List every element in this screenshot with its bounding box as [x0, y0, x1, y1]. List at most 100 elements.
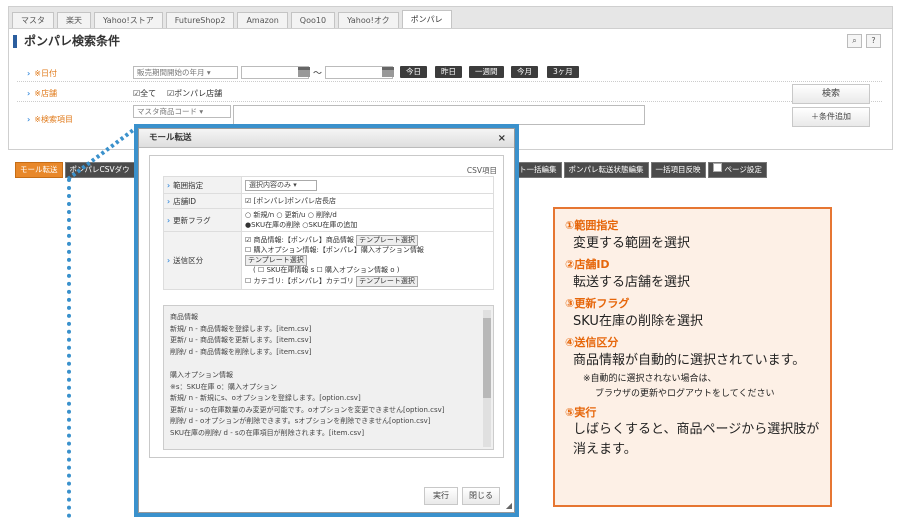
- shop-all-checkbox[interactable]: ☑全て: [133, 88, 156, 99]
- info-line: 更新/ u - 商品情報を更新します。[item.csv]: [170, 336, 312, 345]
- info-line: 更新/ u - sの在庫数量のみ変更が可能です。oオプションを変更できません[o…: [170, 405, 445, 414]
- callout-line-diagonal: [66, 126, 138, 181]
- tab-yahoo-auction[interactable]: Yahoo!オク: [338, 12, 399, 28]
- week-button[interactable]: 一週間: [469, 66, 504, 78]
- chevron-right-icon: ›: [27, 89, 31, 98]
- info-line: 新規/ n - 商品情報を登録します。[item.csv]: [170, 324, 312, 333]
- tab-amazon[interactable]: Amazon: [237, 12, 288, 28]
- chevron-right-icon: ›: [167, 180, 171, 190]
- shop-row: › ※店舗 ☑全て ☑ポンパレ店舗: [17, 82, 882, 102]
- dialog-body: CSV項目 › 範囲指定 選択内容のみ ▾ › 店舗ID ☑ [ポンパレ]ポンパレ店…: [149, 155, 504, 458]
- annotation-note: ブラウザの更新やログアウトをしてください: [595, 389, 775, 399]
- annotation-heading: ⑤実行: [565, 406, 597, 419]
- close-button[interactable]: 閉じる: [462, 487, 500, 505]
- close-icon[interactable]: ×: [498, 129, 506, 148]
- sku-flag-radio-group[interactable]: ●SKU在庫の削除 ○SKU在庫の追加: [245, 220, 490, 230]
- shop-pompare-checkbox[interactable]: ☑ポンパレ店舗: [167, 88, 222, 99]
- search-icon[interactable]: ⌕: [847, 34, 862, 48]
- modal-highlight-frame: モール転送 × CSV項目 › 範囲指定 選択内容のみ ▾ › 店舗ID ☑ [ポン…: [134, 124, 519, 517]
- resize-handle-icon[interactable]: ◢: [506, 501, 512, 510]
- tab-yahoo-store[interactable]: Yahoo!ストア: [94, 12, 163, 28]
- annotation-heading: ①範囲指定: [565, 219, 619, 232]
- bulk-reflect-button[interactable]: 一括項目反映: [650, 162, 706, 178]
- run-button[interactable]: 実行: [424, 487, 458, 505]
- dialog-title: モール転送: [149, 133, 192, 143]
- scrollbar-thumb[interactable]: [483, 318, 491, 398]
- send-type-label: 送信区分: [173, 256, 204, 265]
- update-flag-radio-group[interactable]: ○ 新規/n ○ 更新/u ○ 削除/d: [245, 210, 490, 220]
- mall-transfer-button[interactable]: モール転送: [15, 162, 63, 178]
- info-line: ※s：SKU在庫 o：購入オプション: [170, 382, 277, 391]
- annotation-text: 転送する店舗を選択: [573, 275, 691, 290]
- annotation-text: 消えます。: [573, 442, 637, 457]
- item-select[interactable]: マスタ商品コード ▾: [133, 105, 231, 118]
- mall-tab-bar: マスタ 楽天 Yahoo!ストア FutureShop2 Amazon Qoo1…: [8, 6, 893, 28]
- add-condition-button[interactable]: ＋条件追加: [792, 107, 870, 127]
- info-line: 購入オプション情報: [170, 370, 233, 379]
- annotation-text: 商品情報が自動的に選択されています。: [573, 353, 806, 368]
- range-select[interactable]: 選択内容のみ ▾: [245, 179, 317, 191]
- chevron-right-icon: ›: [167, 196, 171, 206]
- annotation-note: ※自動的に選択されない場合は、: [583, 374, 717, 384]
- bulk-edit-button[interactable]: ト一括編集: [514, 162, 562, 178]
- chevron-right-icon: ›: [27, 69, 31, 78]
- template-select-button[interactable]: テンプレート選択: [356, 234, 418, 246]
- purchase-option-checkbox[interactable]: ☐ 購入オプション情報:【ポンパレ】購入オプション情報: [245, 246, 490, 256]
- item-label: ※検索項目: [34, 115, 73, 124]
- annotation-text: SKU在庫の削除を選択: [573, 314, 703, 329]
- category-checkbox[interactable]: ☐ カテゴリ:【ポンパレ】カテゴリ: [245, 277, 354, 285]
- shop-id-label: 店舗ID: [173, 196, 197, 206]
- update-flag-label: 更新フラグ: [173, 215, 211, 225]
- month-button[interactable]: 今月: [511, 66, 538, 78]
- chevron-right-icon: ›: [167, 256, 171, 265]
- sku-option-checkboxes[interactable]: ( ☐ SKU在庫情報 s ☐ 購入オプション情報 o ): [245, 266, 490, 276]
- search-button[interactable]: 検索: [792, 84, 870, 104]
- three-month-button[interactable]: 3ヶ月: [547, 66, 579, 78]
- calendar-icon[interactable]: [382, 67, 394, 77]
- info-line: 新規/ n - 新規にs、oオプションを登録します。[option.csv]: [170, 394, 361, 403]
- page-title: ポンパレ検索条件: [13, 35, 120, 48]
- callout-line: [67, 178, 71, 518]
- tab-qoo10[interactable]: Qoo10: [290, 12, 336, 28]
- info-textarea[interactable]: 商品情報 新規/ n - 商品情報を登録します。[item.csv] 更新/ u…: [163, 305, 494, 450]
- yesterday-button[interactable]: 昨日: [435, 66, 462, 78]
- info-line: SKU在庫の削除/ d - sの在庫項目が削除されます。[item.csv]: [170, 428, 365, 437]
- page-setting-button[interactable]: ページ設定: [707, 162, 767, 178]
- tab-futureshop2[interactable]: FutureShop2: [165, 12, 235, 28]
- date-tilde: ～: [313, 69, 323, 79]
- template-select-button[interactable]: テンプレート選択: [356, 275, 418, 287]
- annotation-heading: ③更新フラグ: [565, 297, 630, 310]
- tab-master[interactable]: マスタ: [12, 12, 54, 28]
- date-row: › ※日付 販売期間開始の年月 ▾ ～ 今日 昨日 一週間 今月 3ヶ月: [17, 62, 882, 82]
- shop-id-checkbox[interactable]: ☑ [ポンパレ]ポンパレ店長店: [241, 193, 494, 209]
- transfer-form: › 範囲指定 選択内容のみ ▾ › 店舗ID ☑ [ポンパレ]ポンパレ店長店 › 更新…: [163, 176, 494, 290]
- tab-pompare[interactable]: ポンパレ: [401, 10, 452, 28]
- annotation-heading: ②店舗ID: [565, 258, 610, 271]
- item-textarea[interactable]: [233, 105, 645, 125]
- instruction-annotation: ①範囲指定 変更する範囲を選択 ②店舗ID 転送する店舗を選択 ③更新フラグ S…: [553, 207, 832, 507]
- annotation-text: 変更する範囲を選択: [573, 236, 691, 251]
- annotation-heading: ④送信区分: [565, 336, 619, 349]
- settings-icon: [712, 163, 722, 172]
- shop-label: ※店舗: [34, 89, 57, 98]
- mall-transfer-dialog: モール転送 × CSV項目 › 範囲指定 選択内容のみ ▾ › 店舗ID ☑ [ポン…: [138, 128, 515, 513]
- info-line: 削除/ d - oオプションが削除できます。sオプションを削除できません[opt…: [170, 417, 431, 426]
- csv-label: CSV項目: [466, 166, 497, 175]
- info-line: 商品情報: [170, 313, 198, 321]
- tab-rakuten[interactable]: 楽天: [57, 12, 91, 28]
- info-line: [170, 358, 487, 370]
- calendar-icon[interactable]: [298, 67, 310, 77]
- annotation-text: しばらくすると、商品ページから選択肢が: [573, 422, 820, 437]
- chevron-right-icon: ›: [27, 115, 31, 124]
- date-label: ※日付: [34, 69, 57, 78]
- range-label: 範囲指定: [173, 180, 204, 190]
- transfer-status-edit-button[interactable]: ポンパレ転送状態編集: [563, 162, 649, 178]
- template-select-button[interactable]: テンプレート選択: [245, 255, 307, 266]
- action-toolbar-right: ト一括編集 ポンパレ転送状態編集 一括項目反映 ページ設定: [514, 162, 769, 178]
- today-button[interactable]: 今日: [400, 66, 427, 78]
- info-scrollbar[interactable]: [483, 310, 491, 447]
- product-info-checkbox[interactable]: ☑ 商品情報:【ポンパレ】商品情報: [245, 236, 354, 244]
- date-type-select[interactable]: 販売期間開始の年月 ▾: [133, 66, 238, 79]
- help-button[interactable]: ?: [866, 34, 881, 48]
- chevron-right-icon: ›: [167, 215, 171, 225]
